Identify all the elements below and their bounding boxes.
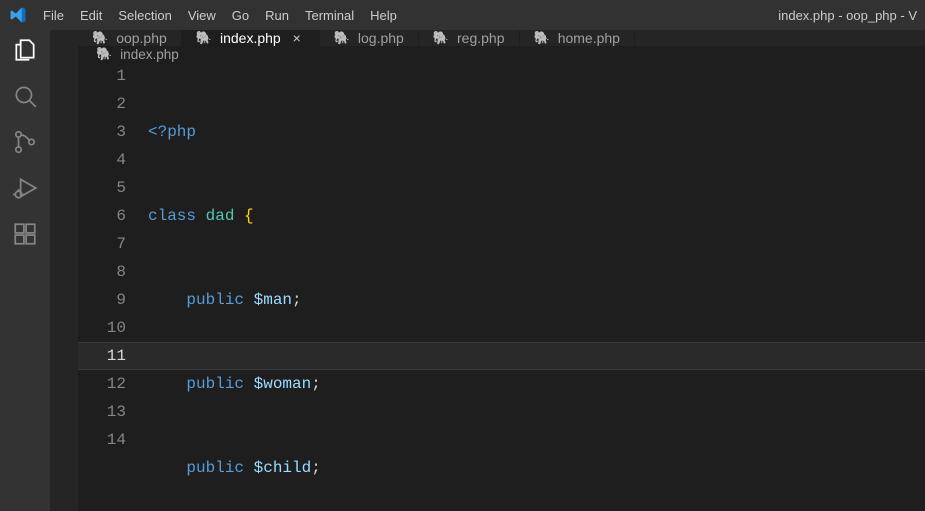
- menu-file[interactable]: File: [35, 0, 72, 30]
- editor-area: 🐘 oop.php 🐘 index.php × 🐘 log.php 🐘 reg.…: [78, 30, 925, 511]
- menu-help[interactable]: Help: [362, 0, 405, 30]
- tab-reg-php[interactable]: 🐘 reg.php: [419, 30, 520, 46]
- title-bar: File Edit Selection View Go Run Terminal…: [0, 0, 925, 30]
- code-content[interactable]: <?php class dad { public $man; public $w…: [148, 62, 925, 511]
- tab-index-php[interactable]: 🐘 index.php ×: [182, 30, 320, 46]
- php-file-icon: 🐘: [196, 30, 212, 46]
- menu-bar: File Edit Selection View Go Run Terminal…: [35, 0, 405, 30]
- line-gutter: 1 2 3 4 5 6 7 8 9 10 11 12 13 14: [78, 62, 148, 511]
- line-number: 2: [78, 90, 126, 118]
- php-file-icon: 🐘: [92, 30, 108, 46]
- menu-view[interactable]: View: [180, 0, 224, 30]
- menu-run[interactable]: Run: [257, 0, 297, 30]
- line-number: 7: [78, 230, 126, 258]
- tab-label: index.php: [220, 30, 281, 46]
- tab-label: log.php: [358, 30, 404, 46]
- line-number: 4: [78, 146, 126, 174]
- line-number: 11: [78, 342, 126, 370]
- line-number: 5: [78, 174, 126, 202]
- line-number: 12: [78, 370, 126, 398]
- menu-go[interactable]: Go: [224, 0, 257, 30]
- tab-home-php[interactable]: 🐘 home.php: [520, 30, 635, 46]
- tab-label: reg.php: [457, 30, 504, 46]
- line-number: 14: [78, 426, 126, 454]
- window-title: index.php - oop_php - V: [405, 8, 925, 23]
- menu-edit[interactable]: Edit: [72, 0, 110, 30]
- line-number: 1: [78, 62, 126, 90]
- tab-label: home.php: [558, 30, 620, 46]
- code-line: <?php: [148, 118, 925, 146]
- php-file-icon: 🐘: [334, 30, 350, 46]
- line-number: 8: [78, 258, 126, 286]
- explorer-icon[interactable]: [11, 36, 39, 64]
- run-debug-icon[interactable]: [11, 174, 39, 202]
- breadcrumb-label: index.php: [120, 47, 179, 62]
- menu-selection[interactable]: Selection: [110, 0, 179, 30]
- line-number: 9: [78, 286, 126, 314]
- php-file-icon: 🐘: [96, 46, 112, 62]
- code-line: public $child;: [148, 454, 925, 482]
- code-editor[interactable]: 1 2 3 4 5 6 7 8 9 10 11 12 13 14 <?php c…: [78, 62, 925, 511]
- php-file-icon: 🐘: [433, 30, 449, 46]
- close-icon[interactable]: ×: [289, 30, 305, 46]
- line-number: 6: [78, 202, 126, 230]
- tab-label: oop.php: [116, 30, 167, 46]
- source-control-icon[interactable]: [11, 128, 39, 156]
- line-number: 3: [78, 118, 126, 146]
- breadcrumb[interactable]: 🐘 index.php: [78, 46, 925, 62]
- search-icon[interactable]: [11, 82, 39, 110]
- activity-bar: [0, 30, 50, 511]
- code-line: class dad {: [148, 202, 925, 230]
- menu-terminal[interactable]: Terminal: [297, 0, 362, 30]
- extensions-icon[interactable]: [11, 220, 39, 248]
- vscode-logo-icon: [0, 6, 35, 24]
- tab-oop-php[interactable]: 🐘 oop.php: [78, 30, 182, 46]
- code-line: public $woman;: [148, 370, 925, 398]
- php-file-icon: 🐘: [534, 30, 550, 46]
- sidebar-gap: [50, 30, 78, 511]
- line-number: 13: [78, 398, 126, 426]
- line-number: 10: [78, 314, 126, 342]
- tab-log-php[interactable]: 🐘 log.php: [320, 30, 419, 46]
- editor-tabs: 🐘 oop.php 🐘 index.php × 🐘 log.php 🐘 reg.…: [78, 30, 925, 46]
- code-line: public $man;: [148, 286, 925, 314]
